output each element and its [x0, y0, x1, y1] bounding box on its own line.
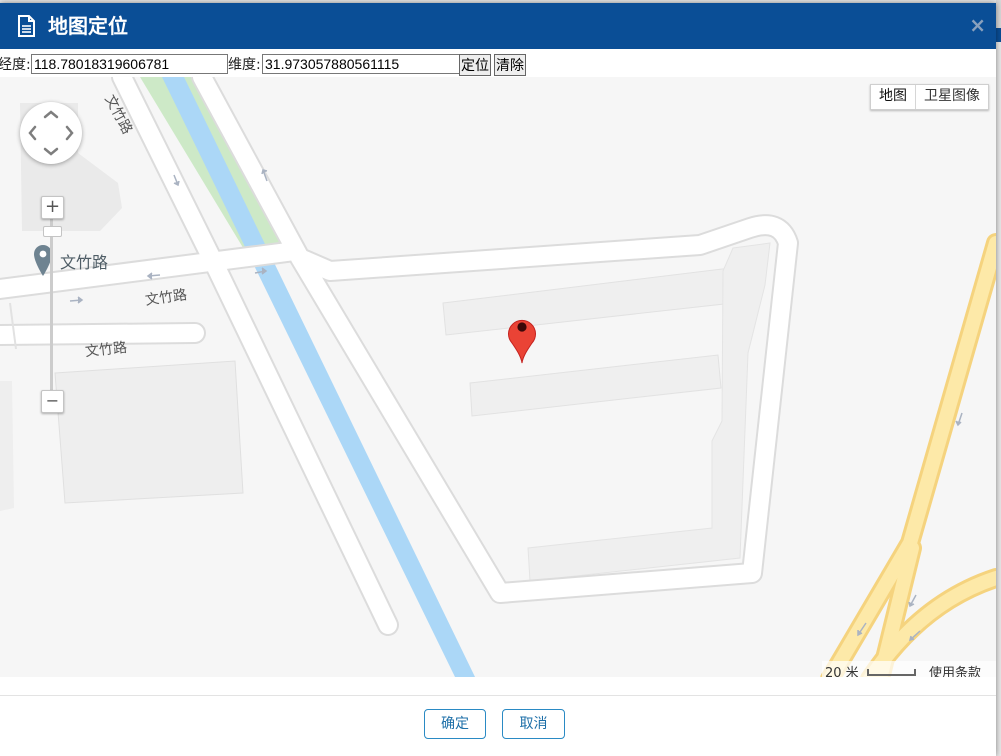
background-window-titlebar-edge: [996, 28, 1001, 42]
building: [0, 381, 14, 511]
map-type-satellite-button[interactable]: 卫星图像: [916, 85, 988, 109]
zoom-in-button[interactable]: +: [41, 196, 64, 219]
terms-link[interactable]: 使用条款: [929, 662, 981, 677]
document-icon: [18, 15, 35, 37]
map-type-map-button[interactable]: 地图: [871, 85, 916, 109]
map-base: [0, 77, 996, 677]
scale-bar: [867, 669, 916, 676]
building: [469, 354, 722, 417]
zoom-slider-handle[interactable]: [43, 226, 62, 237]
location-marker-icon[interactable]: [507, 312, 537, 364]
poi-label: 文竹路: [60, 253, 109, 272]
coordinate-bar: 经度: 维度: 定位 清除: [0, 53, 996, 77]
locate-button[interactable]: 定位: [459, 54, 491, 76]
zoom-out-button[interactable]: −: [41, 390, 64, 413]
pan-arrows-icon: [28, 110, 74, 156]
map-canvas[interactable]: 文竹路 文竹路 文竹路 文竹路 + − 地图 卫星图像 20 米 使用条款: [0, 77, 996, 677]
scale-label: 20 米: [825, 666, 859, 677]
close-icon[interactable]: ×: [969, 15, 986, 35]
longitude-label: 经度:: [0, 57, 31, 73]
latitude-label: 维度:: [228, 57, 261, 73]
building: [54, 360, 244, 504]
footer-divider: [0, 695, 996, 696]
cancel-button[interactable]: 取消: [502, 709, 565, 739]
dialog-titlebar: 地图定位 ×: [0, 3, 996, 49]
map-type-control: 地图 卫星图像: [870, 84, 989, 110]
confirm-button[interactable]: 确定: [424, 709, 486, 739]
building: [442, 267, 734, 336]
pan-control[interactable]: [20, 102, 82, 164]
background-window-edge: [996, 0, 1001, 28]
dialog-title: 地图定位: [48, 14, 128, 38]
map-locate-dialog: 地图定位 × 经度: 维度: 定位 清除: [0, 3, 996, 756]
clear-button[interactable]: 清除: [494, 54, 526, 76]
longitude-input[interactable]: [31, 54, 228, 74]
latitude-input[interactable]: [262, 54, 460, 74]
